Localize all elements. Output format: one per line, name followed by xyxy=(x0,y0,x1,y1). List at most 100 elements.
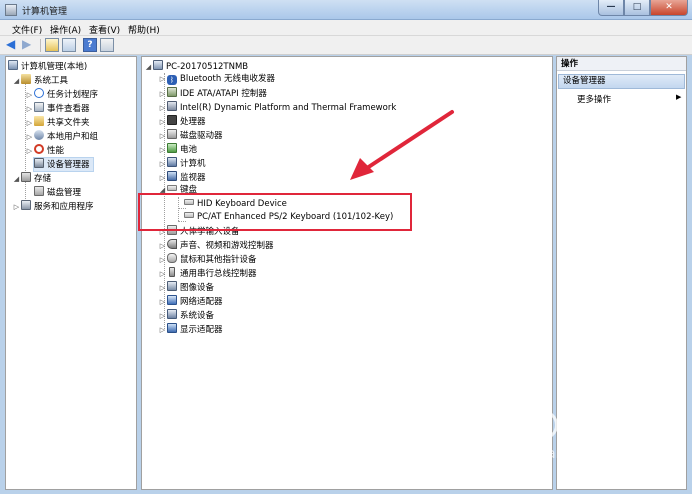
battery-icon xyxy=(167,143,177,153)
tree-item-device-manager[interactable]: 设备管理器 xyxy=(33,157,94,172)
expand-arrow-icon[interactable]: ▷ xyxy=(12,201,21,214)
actions-section-device-manager[interactable]: 设备管理器 xyxy=(558,74,685,89)
tree-item-event-viewer[interactable]: ▷ 事件查看器 xyxy=(25,102,90,115)
device-category-disk-drives[interactable]: ▷ 磁盘驱动器 xyxy=(158,129,223,142)
device-category-imaging[interactable]: ▷ 图像设备 xyxy=(158,281,214,294)
annotation-arrow-icon xyxy=(350,110,454,180)
expand-arrow-icon[interactable]: ▷ xyxy=(25,117,34,130)
expand-arrow-icon[interactable]: ▷ xyxy=(25,103,34,116)
network-icon xyxy=(167,295,177,305)
device-category-label: 图像设备 xyxy=(180,283,215,293)
collapse-arrow-icon[interactable]: ◢ xyxy=(144,61,153,74)
title-bar: 计算机管理 xyxy=(0,0,692,20)
expand-arrow-icon[interactable]: ▷ xyxy=(158,296,167,309)
tree-item-system-tools[interactable]: ◢ 系统工具 xyxy=(12,74,68,87)
expand-arrow-icon[interactable]: ▷ xyxy=(158,102,167,115)
device-category-display[interactable]: ▷ 显示适配器 xyxy=(158,323,223,336)
device-category-usb[interactable]: ▷ 通用串行总线控制器 xyxy=(158,267,257,280)
device-category-label: 电池 xyxy=(180,145,198,155)
expand-arrow-icon[interactable]: ▷ xyxy=(25,89,34,102)
expand-arrow-icon[interactable]: ▷ xyxy=(158,73,167,86)
up-folder-icon[interactable] xyxy=(45,38,59,52)
watermark-name: 搜狗指南 xyxy=(562,418,655,443)
expand-arrow-icon[interactable]: ▷ xyxy=(158,324,167,337)
device-category-label: 监视器 xyxy=(180,173,206,183)
expand-arrow-icon[interactable]: ▷ xyxy=(158,130,167,143)
menu-help[interactable]: 帮助(H) xyxy=(128,23,160,36)
device-category-network[interactable]: ▷ 网络适配器 xyxy=(158,295,223,308)
tree-item-local-users[interactable]: ▷ 本地用户和组 xyxy=(25,130,98,143)
ide-controller-icon xyxy=(167,87,177,97)
keyboard-icon xyxy=(167,185,177,191)
show-tree-icon[interactable] xyxy=(62,38,76,52)
device-category-label: 声音、视频和游戏控制器 xyxy=(180,241,274,251)
expand-arrow-icon[interactable]: ▷ xyxy=(158,116,167,129)
device-category-battery[interactable]: ▷ 电池 xyxy=(158,143,197,156)
tools-icon xyxy=(21,74,31,84)
tree-item-task-scheduler[interactable]: ▷ 任务计划程序 xyxy=(25,88,98,101)
expand-arrow-icon[interactable]: ▷ xyxy=(158,268,167,281)
tree-item-computer-management[interactable]: 计算机管理(本地) xyxy=(8,60,87,73)
menu-file[interactable]: 文件(F) xyxy=(12,23,42,36)
device-category-ide[interactable]: ▷ IDE ATA/ATAPI 控制器 xyxy=(158,87,267,100)
device-root-pc[interactable]: ◢ PC-20170512TNMB xyxy=(144,60,248,73)
close-button[interactable]: ✕ xyxy=(650,0,688,16)
expand-arrow-icon[interactable]: ▷ xyxy=(25,131,34,144)
annotation-highlight-box xyxy=(138,193,412,231)
help-icon[interactable]: ? xyxy=(83,38,97,52)
bluetooth-icon: ᛒ xyxy=(167,75,177,85)
tree-item-performance[interactable]: ▷ 性能 xyxy=(25,144,64,157)
expand-arrow-icon[interactable]: ▷ xyxy=(158,144,167,157)
device-category-mice[interactable]: ▷ 鼠标和其他指针设备 xyxy=(158,253,257,266)
expand-arrow-icon[interactable]: ▷ xyxy=(158,88,167,101)
toolbar-divider xyxy=(40,39,41,52)
collapse-arrow-icon[interactable]: ◢ xyxy=(12,75,21,88)
processor-icon xyxy=(167,115,177,125)
expand-arrow-icon[interactable]: ▷ xyxy=(158,158,167,171)
tree-item-services-apps[interactable]: ▷ 服务和应用程序 xyxy=(12,200,94,213)
expand-arrow-icon[interactable]: ▷ xyxy=(25,145,34,158)
more-actions-link[interactable]: 更多操作 xyxy=(577,93,611,105)
tree-item-label: 性能 xyxy=(47,146,65,156)
device-category-label: 显示适配器 xyxy=(180,325,223,335)
sogou-logo-icon xyxy=(528,410,558,440)
back-arrow-icon[interactable]: ◀ xyxy=(6,38,20,52)
device-category-label: 系统设备 xyxy=(180,311,215,321)
minimize-button[interactable]: — xyxy=(598,0,624,16)
device-category-processor[interactable]: ▷ 处理器 xyxy=(158,115,206,128)
maximize-button[interactable]: □ xyxy=(624,0,650,16)
watermark-url: zhinan.sogou.com xyxy=(518,446,646,462)
device-category-bluetooth[interactable]: ▷ ᛒ Bluetooth 无线电收发器 xyxy=(158,73,275,86)
tree-item-label: 设备管理器 xyxy=(47,160,90,170)
tree-item-label: 磁盘管理 xyxy=(47,188,82,198)
device-category-system[interactable]: ▷ 系统设备 xyxy=(158,309,214,322)
computer-icon xyxy=(167,157,177,167)
tree-item-label: 共享文件夹 xyxy=(47,118,90,128)
device-category-label: 网络适配器 xyxy=(180,297,223,307)
display-adapter-icon xyxy=(167,323,177,333)
tree-item-disk-management[interactable]: 磁盘管理 xyxy=(34,186,81,199)
tree-item-label: 任务计划程序 xyxy=(47,90,99,100)
tree-item-storage[interactable]: ◢ 存储 xyxy=(12,172,51,185)
device-category-label: 磁盘驱动器 xyxy=(180,131,223,141)
device-category-sound[interactable]: ▷ 声音、视频和游戏控制器 xyxy=(158,239,274,252)
menu-action[interactable]: 操作(A) xyxy=(50,23,81,36)
expand-arrow-icon[interactable]: ▷ xyxy=(158,282,167,295)
computer-root-icon xyxy=(153,60,163,70)
tree-item-shared-folders[interactable]: ▷ 共享文件夹 xyxy=(25,116,90,129)
menu-bar: 文件(F) 操作(A) 查看(V) 帮助(H) xyxy=(0,20,692,36)
console-tree-pane[interactable]: 计算机管理(本地) ◢ 系统工具 ▷ 任务计划程序 ▷ 事件查看器 ▷ 共享文件夹 ▷ 本… xyxy=(5,56,137,490)
menu-view[interactable]: 查看(V) xyxy=(89,23,120,36)
collapse-arrow-icon[interactable]: ◢ xyxy=(12,173,21,186)
users-icon xyxy=(34,130,44,140)
forward-arrow-icon[interactable]: ▶ xyxy=(22,38,36,52)
expand-arrow-icon[interactable]: ▷ xyxy=(158,240,167,253)
expand-arrow-icon[interactable]: ▷ xyxy=(158,254,167,267)
management-icon xyxy=(8,60,18,70)
properties-icon[interactable] xyxy=(100,38,114,52)
usb-icon xyxy=(169,267,175,277)
device-category-computer[interactable]: ▷ 计算机 xyxy=(158,157,206,170)
expand-arrow-icon[interactable]: ▷ xyxy=(158,310,167,323)
device-category-monitors[interactable]: ▷ 监视器 xyxy=(158,171,206,184)
device-category-label: Bluetooth 无线电收发器 xyxy=(180,74,275,84)
